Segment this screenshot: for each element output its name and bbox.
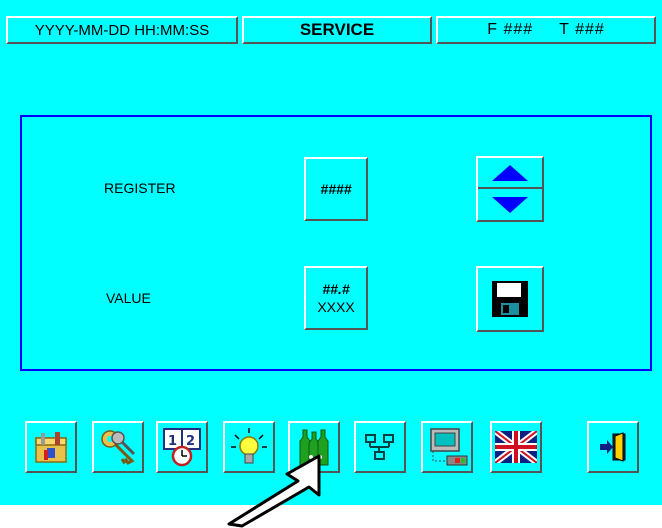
computer-terminal-icon xyxy=(430,428,468,466)
pointer-arrow-icon xyxy=(227,454,321,528)
keys-icon xyxy=(101,430,136,465)
register-down-button[interactable] xyxy=(478,189,542,220)
toolbar-button-terminal[interactable] xyxy=(421,421,473,473)
service-screen: YYYY-MM-DD HH:MM:SS SERVICE F ### T ### … xyxy=(0,0,662,505)
toolbar-button-calendar[interactable]: 1 2 xyxy=(156,421,208,473)
value-unit-text: XXXX xyxy=(317,299,355,315)
page-title: SERVICE xyxy=(242,16,432,44)
register-up-down-button xyxy=(476,156,544,222)
register-up-button[interactable] xyxy=(478,158,542,189)
register-number-text: #### xyxy=(320,181,352,197)
value-label: VALUE xyxy=(106,290,151,306)
exit-door-icon xyxy=(600,432,626,462)
svg-text:1: 1 xyxy=(168,434,177,449)
register-number-button[interactable]: #### xyxy=(304,157,368,221)
uk-flag-icon xyxy=(495,431,537,463)
f-value: F ### xyxy=(487,21,534,38)
arrow-up-icon xyxy=(492,164,528,181)
toolbar-button-keys[interactable] xyxy=(92,421,144,473)
datetime-text: YYYY-MM-DD HH:MM:SS xyxy=(34,21,210,39)
calendar-clock-icon: 1 2 xyxy=(163,428,201,467)
toolbar-button-exit[interactable] xyxy=(587,421,639,473)
t-value: T ### xyxy=(559,21,605,38)
toolbar-button-language[interactable] xyxy=(490,421,542,473)
register-panel xyxy=(20,115,652,371)
status-ft-display: F ### T ### xyxy=(436,16,656,44)
value-button[interactable]: ##.# XXXX xyxy=(304,266,368,330)
page-title-text: SERVICE xyxy=(299,20,375,39)
toolbar-button-tools[interactable] xyxy=(25,421,77,473)
save-button[interactable] xyxy=(476,266,544,332)
toolbar-button-network[interactable] xyxy=(354,421,406,473)
arrow-down-icon xyxy=(492,196,528,213)
toolbox-icon xyxy=(35,432,67,463)
register-label: REGISTER xyxy=(104,180,176,196)
datetime-display: YYYY-MM-DD HH:MM:SS xyxy=(6,16,238,44)
floppy-disk-icon xyxy=(492,281,528,317)
svg-text:2: 2 xyxy=(186,434,195,449)
network-icon xyxy=(365,434,394,460)
value-number-text: ##.# xyxy=(322,281,350,297)
